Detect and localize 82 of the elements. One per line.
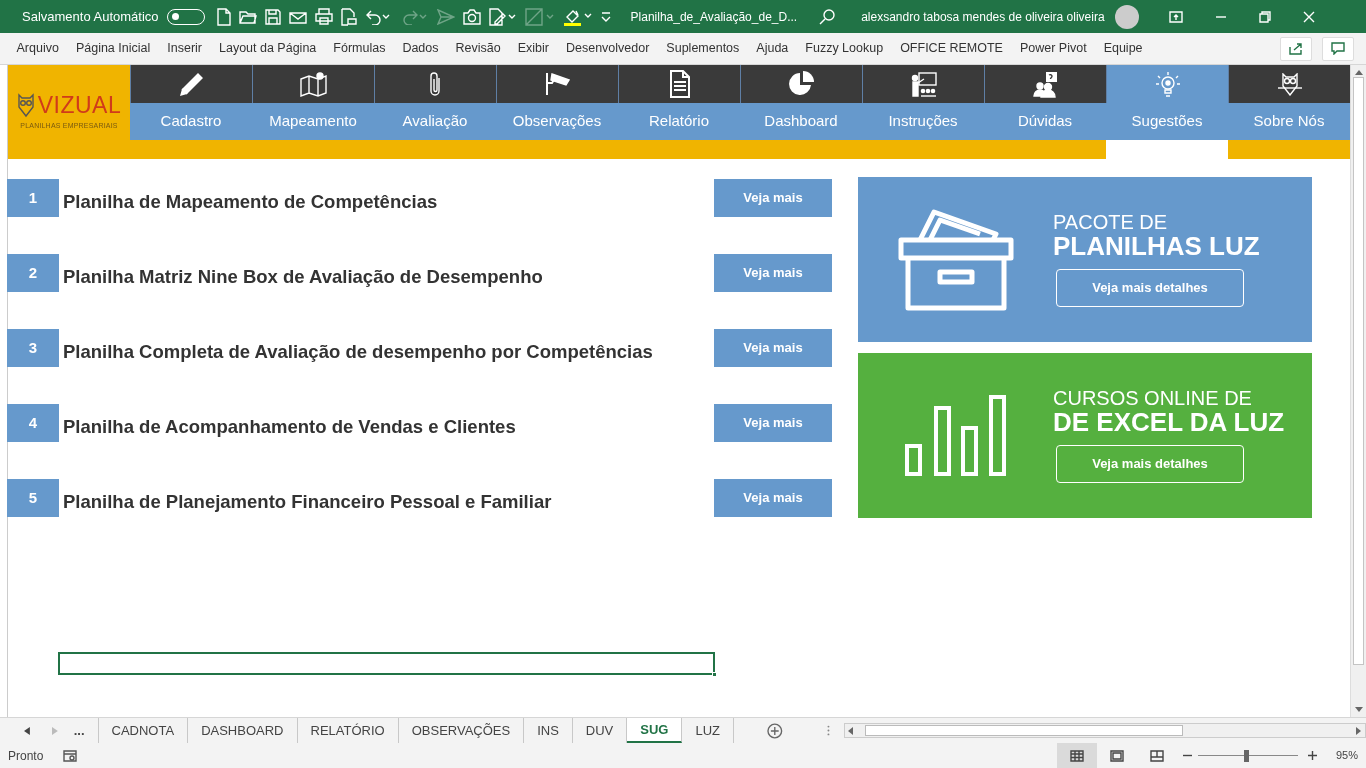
item-title: Planilha de Planejamento Financeiro Pessoal e Familiar [63,489,552,514]
new-file-icon[interactable] [216,7,231,26]
previous-sheet-icon[interactable] [24,726,30,735]
ribbon-tab[interactable]: Inserir [158,39,211,58]
ribbon-display-icon[interactable] [1168,10,1183,23]
item-title: Planilha de Mapeamento de Competências [63,189,438,214]
page-break-icon [1149,749,1164,762]
more-sheets[interactable]: ... [73,720,85,741]
promo-title: DE EXCEL DA LUZ [1053,408,1285,437]
item-title: Planilha Completa de Avaliação de desempenho por Competências [63,339,653,364]
ribbon-tab[interactable]: Página Inicial [67,39,159,58]
status-text: Pronto [8,747,44,765]
scroll-left-icon[interactable] [847,726,853,735]
avatar[interactable] [1114,4,1139,29]
camera-icon[interactable] [462,8,481,25]
grid-icon [1069,749,1084,762]
promo-heading: PACOTE DE [1053,212,1169,233]
ribbon-tab[interactable]: Ajuda [747,39,797,58]
folder-icon[interactable] [238,8,257,25]
item-number: 1 [7,179,59,217]
comment-icon [1331,42,1345,55]
document-print-icon[interactable] [340,7,357,26]
ribbon-tab[interactable]: Arquivo [8,39,68,58]
comments-button[interactable] [1322,36,1354,61]
promo-title: PLANILHAS LUZ [1053,232,1260,261]
macro-record-icon[interactable] [63,749,78,762]
sheet-tab[interactable]: SUG [627,718,683,743]
vertical-scrollbar-thumb[interactable] [1353,77,1364,665]
item-title: Planilha de Acompanhamento de Vendas e Clientes [63,414,516,439]
add-sheet-icon[interactable] [767,722,783,739]
share-icon [1289,42,1303,55]
item-title: Planilha Matriz Nine Box de Avaliação de Desempenho [63,264,543,289]
autosave-label: Salvamento Automático [22,7,159,26]
teacher-icon [910,71,937,97]
item-number: 3 [7,329,59,367]
save-icon[interactable] [264,8,281,25]
page-layout-icon [1109,749,1124,762]
ribbon-tab[interactable]: Desenvolvedor [557,39,658,58]
promo-heading: CURSOS ONLINE DE [1053,388,1253,409]
ribbon-tab[interactable]: Dados [393,39,448,58]
ribbon-tab[interactable]: Power Pivot [1011,39,1096,58]
ribbon-tab[interactable]: Fórmulas [324,39,394,58]
selected-cell[interactable] [58,652,715,675]
normal-view-button[interactable] [1056,743,1097,768]
zoom-level[interactable]: 95% [1335,747,1358,764]
window-title: Planilha_de_Avaliação_de_D... [630,8,798,26]
ribbon-tab[interactable]: Suplementos [657,39,748,58]
undo-icon[interactable] [364,8,391,25]
item-number: 4 [7,404,59,442]
scroll-up-icon[interactable] [1354,69,1363,75]
customize-caret-icon[interactable] [600,10,611,23]
form-edit-icon[interactable] [488,7,517,26]
pencil-icon [179,71,204,97]
lightbulb-icon [1154,71,1181,97]
search-icon[interactable] [819,8,836,25]
zoom-in-icon[interactable] [1307,751,1317,760]
logo-text: VIZUAL [37,93,122,117]
paperclip-icon [430,70,441,98]
close-icon[interactable] [1302,10,1315,23]
print-icon[interactable] [314,8,333,25]
map-icon [300,71,327,97]
ribbon-tab[interactable]: OFFICE REMOTE [891,39,1012,58]
horizontal-scrollbar-thumb[interactable] [864,725,1183,736]
share-button[interactable] [1280,36,1312,61]
ribbon-tab[interactable]: Equipe [1095,39,1152,58]
owl-icon [1276,72,1303,96]
scroll-right-icon[interactable] [1356,726,1361,735]
ribbon-tab[interactable]: Fuzzy Lookup [796,39,892,58]
people-question-icon [1033,70,1058,98]
item-number: 5 [7,479,59,517]
ribbon-tab[interactable]: Revisão [447,39,510,58]
document-icon [669,70,690,98]
owl-logo-icon [16,92,35,119]
pie-chart-icon [788,71,815,97]
scroll-down-icon[interactable] [1354,707,1363,713]
ribbon-tab[interactable]: Exibir [509,39,558,58]
item-number: 2 [7,254,59,292]
security-camera-icon [545,72,570,96]
restore-icon[interactable] [1258,10,1271,23]
split-handle-icon[interactable] [826,725,830,736]
user-name: alexsandro tabosa mendes de oliveira oliveira [861,8,1105,26]
ribbon-tab[interactable]: Layout da Página [210,39,325,58]
